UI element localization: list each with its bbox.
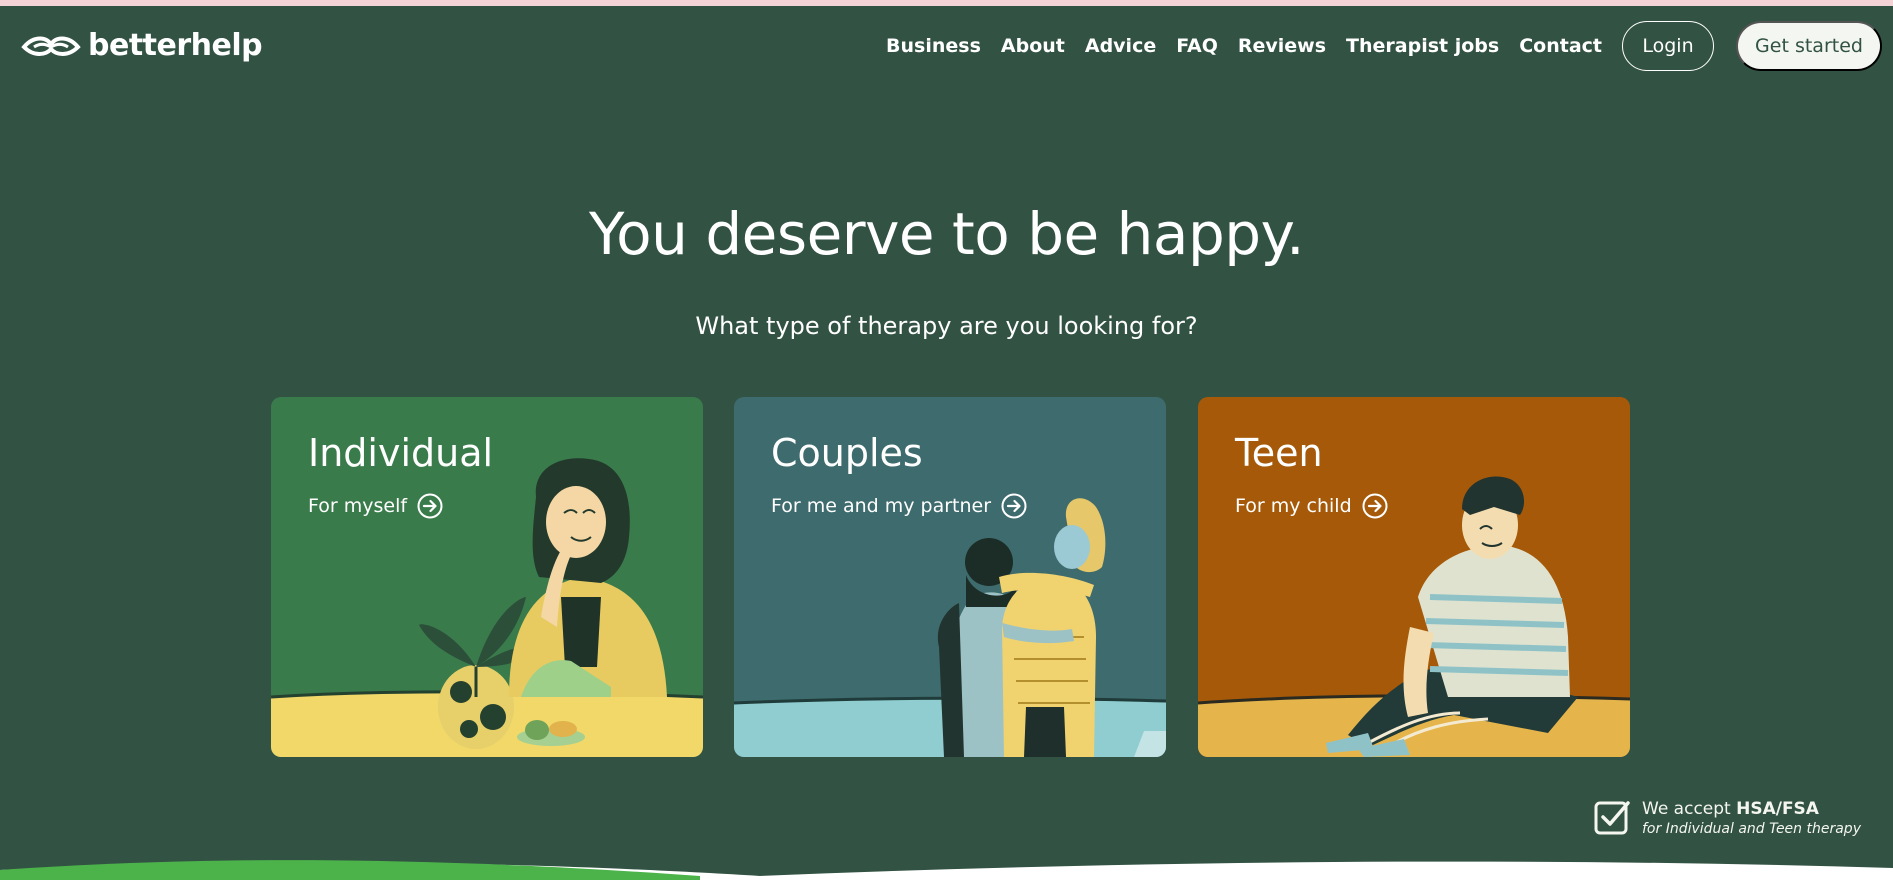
hsa-prefix: We accept — [1642, 799, 1737, 819]
nav-reviews[interactable]: Reviews — [1238, 35, 1326, 57]
brand-logo[interactable]: betterhelp — [20, 28, 263, 63]
card-subtitle-text: For my child — [1235, 495, 1352, 517]
card-individual[interactable]: Individual For myself — [271, 397, 703, 757]
card-title: Teen — [1235, 431, 1323, 475]
card-title: Individual — [308, 431, 494, 475]
site-header: betterhelp Business About Advice FAQ Rev… — [0, 6, 1893, 86]
main-nav: Business About Advice FAQ Reviews Therap… — [886, 6, 1893, 86]
nav-business[interactable]: Business — [886, 35, 981, 57]
checkbox-icon — [1594, 801, 1630, 835]
nav-about[interactable]: About — [1001, 35, 1065, 57]
card-subtitle-text: For myself — [308, 495, 408, 517]
card-subtitle: For my child — [1235, 493, 1388, 519]
card-subtitle: For myself — [308, 493, 443, 519]
arrow-circle-right-icon — [417, 493, 443, 519]
card-teen[interactable]: Teen For my child — [1198, 397, 1630, 757]
arrow-circle-right-icon — [1001, 493, 1027, 519]
hsa-fsa-notice: We accept HSA/FSA for Individual and Tee… — [1594, 799, 1861, 837]
hero-subtitle: What type of therapy are you looking for… — [695, 312, 1198, 340]
hsa-text: We accept HSA/FSA for Individual and Tee… — [1642, 799, 1861, 837]
arrow-circle-right-icon — [1362, 493, 1388, 519]
nav-faq[interactable]: FAQ — [1176, 35, 1218, 57]
card-title: Couples — [771, 431, 923, 475]
nav-therapist-jobs[interactable]: Therapist jobs — [1346, 35, 1499, 57]
hsa-note: for Individual and Teen therapy — [1642, 821, 1861, 837]
card-couples[interactable]: Couples For me and my partner — [734, 397, 1166, 757]
leaf-logo-icon — [21, 36, 81, 56]
nav-advice[interactable]: Advice — [1085, 35, 1156, 57]
bottom-wave — [0, 860, 1893, 880]
nav-contact[interactable]: Contact — [1519, 35, 1602, 57]
get-started-button[interactable]: Get started — [1736, 21, 1882, 71]
login-button[interactable]: Login — [1622, 21, 1714, 71]
card-subtitle-text: For me and my partner — [771, 495, 992, 517]
hsa-highlight: HSA/FSA — [1736, 799, 1819, 819]
card-subtitle: For me and my partner — [771, 493, 1027, 519]
hsa-headline: We accept HSA/FSA — [1642, 799, 1861, 819]
hero-title: You deserve to be happy. — [588, 200, 1305, 268]
brand-name: betterhelp — [88, 28, 263, 63]
